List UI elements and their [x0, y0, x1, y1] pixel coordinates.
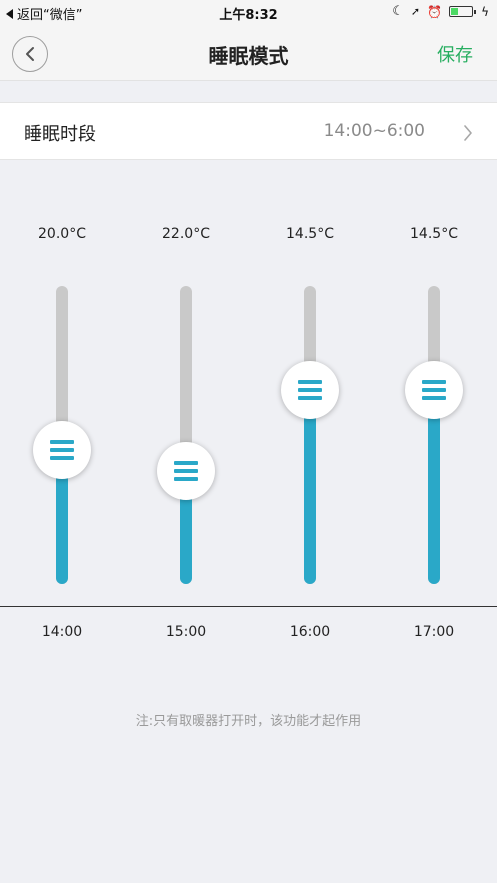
time-label: 14:00 [41, 624, 83, 640]
drag-handle-icon [174, 460, 198, 481]
slider-knob[interactable] [405, 361, 463, 420]
temperature-label: 14.5°C [286, 226, 334, 242]
footnote: 注:只有取暖器打开时，该功能才起作用 [135, 714, 362, 729]
charging-icon: ϟ [481, 4, 489, 19]
drag-handle-icon [422, 380, 446, 401]
slider-track[interactable] [180, 286, 192, 584]
chevron-right-icon [464, 125, 472, 141]
drag-handle-icon [298, 380, 322, 401]
nav-bar: 睡眠模式 保存 [0, 24, 497, 81]
status-icons: ☾ ➚ ⏰ ϟ [392, 5, 489, 18]
temperature-label: 14.5°C [410, 226, 458, 242]
location-icon: ➚ [410, 4, 421, 18]
time-label: 16:00 [289, 624, 331, 640]
slider-knob[interactable] [33, 420, 91, 479]
status-bar: 返回“微信” 上午8:32 ☾ ➚ ⏰ ϟ [0, 0, 497, 24]
slider-knob[interactable] [157, 441, 215, 500]
axis-divider [0, 606, 497, 607]
time-label: 17:00 [413, 624, 455, 640]
moon-icon: ☾ [392, 4, 404, 19]
battery-icon [449, 6, 477, 17]
page-title: 睡眠模式 [208, 44, 289, 68]
save-button[interactable]: 保存 [437, 41, 473, 67]
temperature-slider-0[interactable]: 20.0°C [0, 220, 124, 592]
temperature-slider-1[interactable]: 22.0°C [124, 220, 248, 592]
slider-track[interactable] [304, 286, 316, 584]
sleep-period-label: 睡眠时段 [24, 124, 96, 145]
slider-track[interactable] [428, 286, 440, 584]
slider-knob[interactable] [281, 361, 339, 420]
temperature-label: 22.0°C [162, 226, 210, 242]
temperature-label: 20.0°C [38, 226, 86, 242]
slider-fill [304, 390, 316, 584]
temperature-slider-2[interactable]: 14.5°C [248, 220, 372, 592]
slider-fill [428, 390, 440, 584]
temperature-slider-3[interactable]: 14.5°C [372, 220, 496, 592]
alarm-icon: ⏰ [427, 4, 443, 19]
drag-handle-icon [50, 439, 74, 460]
time-label: 15:00 [165, 624, 207, 640]
sleep-period-row[interactable]: 睡眠时段 14:00~6:00 [0, 102, 497, 160]
sleep-period-value: 14:00~6:00 [323, 121, 425, 141]
